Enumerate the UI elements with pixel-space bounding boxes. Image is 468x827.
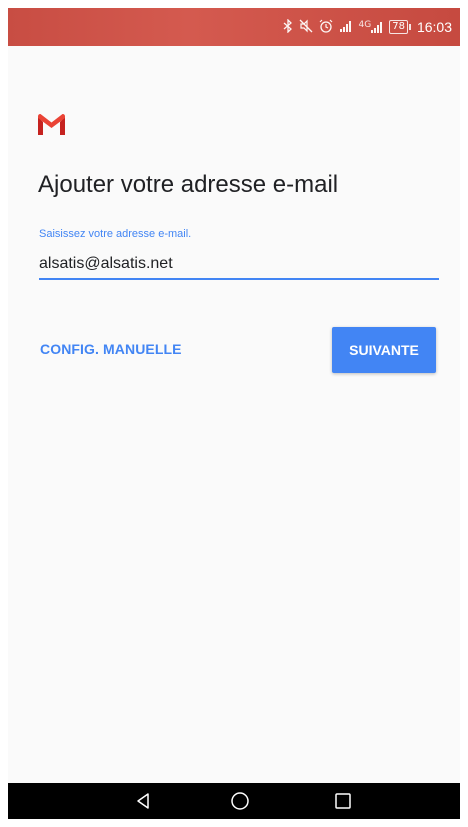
email-field-label: Saisissez votre adresse e-mail. bbox=[39, 228, 192, 240]
battery-icon: 78 bbox=[389, 20, 411, 34]
signal-icon bbox=[339, 20, 353, 35]
network-label: 4G bbox=[358, 20, 372, 30]
status-time: 16:03 bbox=[416, 19, 452, 35]
signal-4g-icon: 4G bbox=[359, 21, 384, 33]
gmail-logo-icon bbox=[38, 114, 65, 135]
home-icon[interactable] bbox=[215, 783, 265, 819]
manual-config-button[interactable]: CONFIG. MANUELLE bbox=[40, 341, 182, 357]
status-icons: 4G 78 16:03 bbox=[283, 8, 452, 46]
email-field[interactable] bbox=[39, 250, 439, 280]
navigation-bar bbox=[8, 783, 460, 819]
app-screen: 4G 78 16:03 Ajouter votre adresse e-mail… bbox=[8, 8, 460, 819]
alarm-icon bbox=[319, 19, 333, 36]
page-title: Ajouter votre adresse e-mail bbox=[38, 171, 339, 198]
battery-level: 78 bbox=[389, 20, 408, 34]
mute-icon bbox=[299, 19, 313, 36]
recent-apps-icon[interactable] bbox=[318, 783, 368, 819]
bluetooth-icon bbox=[283, 17, 293, 36]
back-icon[interactable] bbox=[118, 783, 168, 819]
next-button[interactable]: SUIVANTE bbox=[332, 327, 436, 373]
status-bar: 4G 78 16:03 bbox=[8, 8, 460, 46]
battery-tip bbox=[408, 24, 411, 30]
